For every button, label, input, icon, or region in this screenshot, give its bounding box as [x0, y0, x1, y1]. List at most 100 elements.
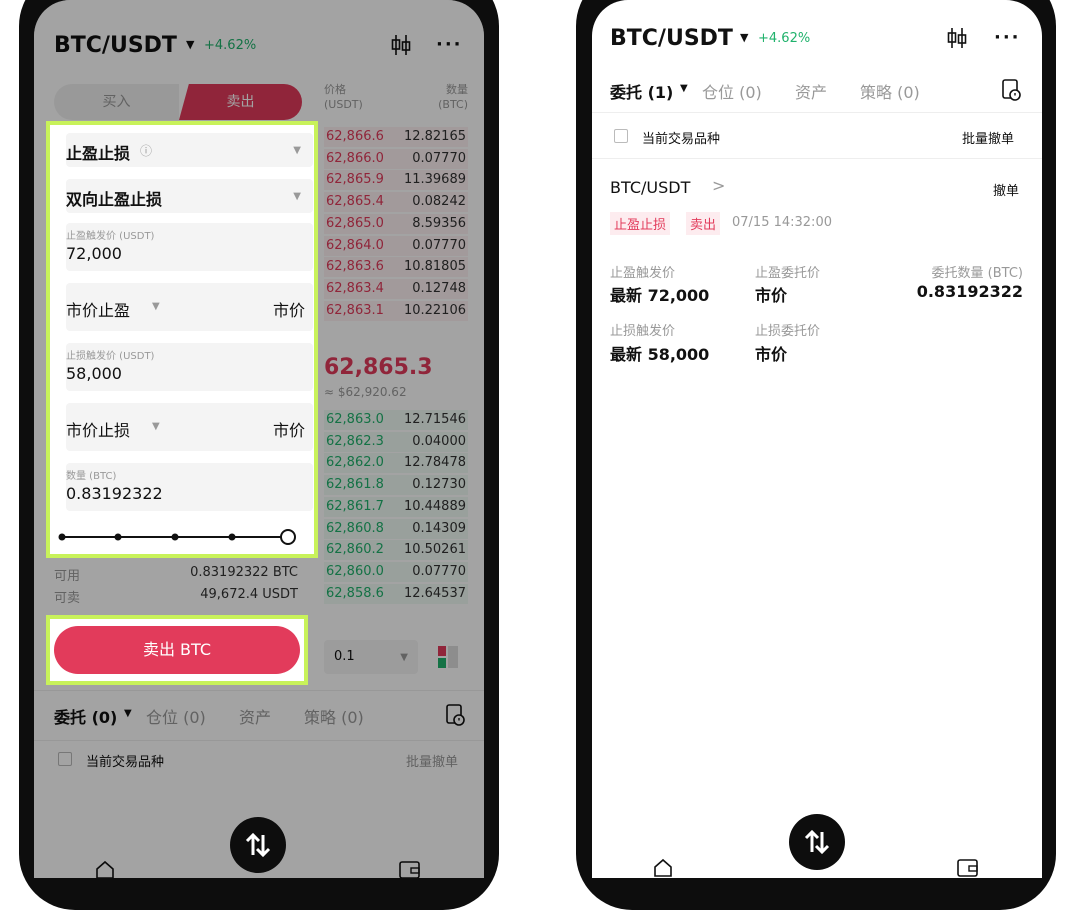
orderbook-row[interactable]: 62,862.0 12.78478: [324, 453, 468, 474]
order-history-icon[interactable]: [444, 703, 466, 727]
tab-assets[interactable]: 资产: [795, 79, 827, 103]
order-type-select[interactable]: 止盈止损 ⓘ ▼: [66, 133, 313, 167]
orderbook-row[interactable]: 62,865.4 0.08242: [324, 192, 468, 213]
buy-tab[interactable]: 买入: [54, 84, 179, 120]
sl-trigger-input[interactable]: 止损触发价 (USDT) 58,000: [66, 343, 313, 391]
trade-fab[interactable]: [230, 817, 286, 873]
orderbook-price: 62,861.8: [326, 477, 384, 493]
order-symbol[interactable]: BTC/USDT: [610, 178, 690, 197]
orderbook-qty: 0.12748: [412, 280, 466, 296]
orderbook-price: 62,863.4: [326, 280, 384, 296]
orderbook-row[interactable]: 62,865.0 8.59356: [324, 213, 468, 234]
orderbook-qty: 12.71546: [403, 412, 466, 427]
sell-btc-label: 卖出 BTC: [142, 640, 212, 659]
tab-orders[interactable]: 委托 (0): [54, 704, 117, 728]
tp-order-type[interactable]: 市价止盈 ▼ 市价: [66, 283, 313, 331]
chevron-right-icon[interactable]: >: [712, 176, 725, 195]
orderbook-row[interactable]: 62,861.8 0.12730: [324, 475, 468, 496]
quantity-input[interactable]: 数量 (BTC) 0.83192322: [66, 463, 313, 511]
orderbook-qty: 0.07770: [412, 563, 466, 579]
qty-value: 0.83192322: [66, 484, 163, 503]
order-history-icon[interactable]: [1000, 78, 1022, 102]
orderbook-row[interactable]: 62,866.0 0.07770: [324, 148, 468, 169]
cancel-order-button[interactable]: 撤单: [993, 180, 1019, 199]
orderbook-row[interactable]: 62,866.6 12.82165: [324, 127, 468, 147]
divider: [34, 690, 484, 691]
home-icon[interactable]: [94, 858, 116, 878]
tab-positions[interactable]: 仓位 (0): [702, 79, 762, 103]
qty-column-header: 数量 (BTC): [438, 83, 468, 111]
last-price-usd: ≈ $62,920.62: [324, 385, 407, 399]
order-form-highlight: 止盈止损 ⓘ ▼ 双向止盈止损 ▼ 止盈触发价 (USDT) 72,000 市价…: [46, 121, 318, 558]
order-type-label: 止盈止损: [66, 144, 131, 163]
tab-strategy[interactable]: 策略 (0): [860, 79, 920, 103]
orderbook-row[interactable]: 62,863.1 10.22106: [324, 300, 468, 321]
pair-title[interactable]: BTC/USDT: [54, 33, 177, 58]
orderbook-price: 62,863.6: [326, 259, 384, 275]
more-icon[interactable]: ···: [436, 34, 463, 55]
orderbook-row[interactable]: 62,863.6 10.81805: [324, 257, 468, 278]
more-icon[interactable]: ···: [994, 27, 1021, 48]
orderbook-row[interactable]: 62,863.4 0.12748: [324, 278, 468, 299]
orderbook-price: 62,865.9: [326, 172, 384, 188]
pair-dropdown-icon[interactable]: ▼: [740, 31, 748, 44]
sell-tab-label: 卖出: [226, 94, 255, 110]
tab-strategy[interactable]: 策略 (0): [304, 704, 364, 728]
orderbook-row[interactable]: 62,858.6 12.64537: [324, 583, 468, 604]
kline-chart-icon[interactable]: [390, 33, 412, 57]
pair-title[interactable]: BTC/USDT: [610, 26, 733, 51]
pair-dropdown-icon[interactable]: ▼: [186, 38, 194, 51]
buy-tab-label: 买入: [102, 94, 131, 110]
wallet-icon[interactable]: [398, 858, 422, 878]
info-icon[interactable]: ⓘ: [140, 142, 152, 159]
quantity-slider[interactable]: [56, 527, 302, 547]
orderbook-row[interactable]: 62,864.0 0.07770: [324, 235, 468, 256]
mode-select[interactable]: 双向止盈止损 ▼: [66, 179, 313, 213]
orderbook-qty: 8.59356: [412, 215, 466, 231]
trade-fab[interactable]: [789, 814, 845, 870]
orderbook-row[interactable]: 62,862.3 0.04000: [324, 431, 468, 452]
orderbook-row[interactable]: 62,860.0 0.07770: [324, 561, 468, 582]
swap-arrows-icon: [245, 832, 271, 858]
tp-trigger-label: 止盈触发价: [610, 266, 676, 281]
sell-btc-button[interactable]: 卖出 BTC: [54, 626, 300, 674]
sl-order-type[interactable]: 市价止损 ▼ 市价: [66, 403, 313, 451]
mode-label: 双向止盈止损: [66, 190, 163, 209]
orderbook-price: 62,862.3: [326, 433, 384, 449]
sell-tab[interactable]: 卖出: [179, 84, 302, 120]
current-symbol-checkbox[interactable]: [614, 129, 628, 143]
orderbook-price: 62,866.6: [326, 129, 384, 144]
kline-chart-icon[interactable]: [946, 26, 968, 50]
tp-dropdown-icon: ▼: [152, 301, 160, 312]
orderbook-qty: 0.12730: [412, 477, 466, 493]
current-symbol-checkbox[interactable]: [58, 752, 72, 766]
orderbook-layout-icon[interactable]: [434, 644, 462, 670]
divider: [592, 112, 1042, 113]
order-time: 07/15 14:32:00: [732, 215, 832, 230]
orderbook-row[interactable]: 62,860.8 0.14309: [324, 518, 468, 539]
cancel-all-button[interactable]: 批量撤单: [962, 128, 1014, 147]
tab-assets[interactable]: 资产: [239, 704, 271, 728]
divider: [34, 740, 484, 741]
tp-order-label: 止盈委托价: [755, 266, 821, 281]
cancel-all-button[interactable]: 批量撤单: [406, 751, 458, 770]
orderbook-price: 62,861.7: [326, 498, 384, 514]
tab-positions[interactable]: 仓位 (0): [146, 704, 206, 728]
tp-trigger-input[interactable]: 止盈触发价 (USDT) 72,000: [66, 223, 313, 271]
swap-arrows-icon: [804, 829, 830, 855]
qty-label: 数量 (BTC): [66, 471, 117, 482]
orderbook-row[interactable]: 62,865.9 11.39689: [324, 170, 468, 191]
sellable-label: 可卖: [54, 591, 81, 606]
orderbook-price: 62,858.6: [326, 585, 384, 601]
tab-orders[interactable]: 委托 (1): [610, 79, 673, 103]
orderbook-row[interactable]: 62,860.2 10.50261: [324, 540, 468, 561]
precision-select[interactable]: 0.1 ▼: [324, 640, 418, 674]
orderbook-row[interactable]: 62,863.0 12.71546: [324, 410, 468, 430]
orders-dropdown-icon[interactable]: ▼: [124, 708, 132, 719]
wallet-icon[interactable]: [956, 856, 980, 878]
qty-label: 委托数量 (BTC): [931, 266, 1023, 281]
orders-dropdown-icon[interactable]: ▼: [680, 83, 688, 94]
orderbook-row[interactable]: 62,861.7 10.44889: [324, 496, 468, 517]
tp-trigger-label: 止盈触发价 (USDT): [66, 231, 155, 242]
home-icon[interactable]: [652, 856, 674, 878]
